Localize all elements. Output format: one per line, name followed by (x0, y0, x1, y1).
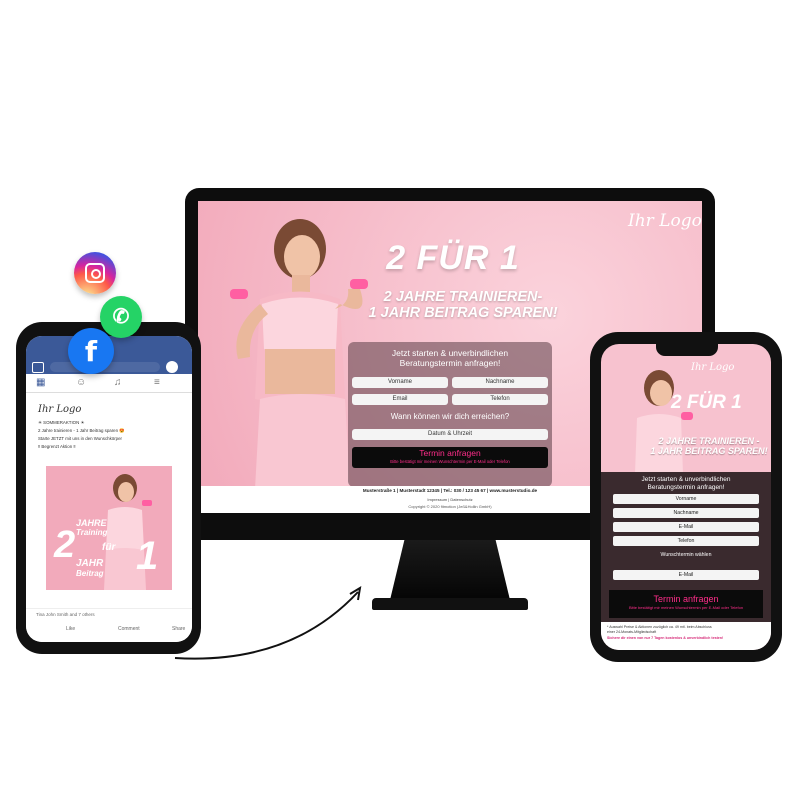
graphic-number-1: 1 (136, 534, 159, 578)
post-line-3: Starte JETZT mit uns in den Wunschkörper (38, 436, 123, 441)
monitor-stand (390, 540, 510, 600)
facebook-feed-screen: ▦ ☺ ♫ ≡ Ihr Logo ☀ SOMMERAKTION ☀ 2 Jahr… (26, 336, 192, 642)
post-line-1: ☀ SOMMERAKTION ☀ (38, 420, 85, 425)
notifications-icon[interactable]: ♫ (114, 377, 122, 388)
subheadline-line-2: 1 JAHR BEITRAG SPAREN! (650, 446, 768, 456)
likes-count: Tina John Smith and 7 others (36, 612, 95, 617)
brand-logo: Ihr Logo (691, 362, 735, 373)
appointment-form: Jetzt starten & unverbindlichen Beratung… (348, 342, 552, 487)
footer-note-1: * Auswahl Preise & Aktionen zuzüglich ca… (607, 625, 712, 629)
cta-label: Termin anfragen (419, 448, 481, 458)
request-appointment-button[interactable]: Termin anfragen Bitte bestätigt mir mein… (609, 590, 763, 618)
subheadline: 2 JAHRE TRAINIEREN - 1 JAHR BEITRAG SPAR… (649, 436, 769, 456)
phone-field[interactable]: Telefon (613, 536, 759, 546)
share-button[interactable]: Share (172, 626, 185, 632)
footer-note-3: Sichere dir einen von nur 7 Tagen kosten… (607, 636, 724, 640)
last-name-field[interactable]: Nachname (613, 508, 759, 518)
graphic-text-beitrag: Beitrag (76, 569, 104, 578)
footer-note-2: einer 24-Monats-Mitgliedschaft (607, 630, 657, 634)
post-actions: Tina John Smith and 7 others Like Commen… (26, 608, 192, 642)
graphic-text-jahre: JAHRE (76, 518, 107, 528)
form-title: Jetzt starten & unverbindlichen Beratung… (601, 476, 771, 492)
graphic-text-fuer: für (102, 542, 116, 553)
post-author-logo: Ihr Logo (38, 404, 82, 415)
post-line-4: ‼ Begrenzt Aktion ‼ (38, 444, 76, 449)
form-title-line-1: Jetzt starten & unverbindlichen (641, 476, 731, 483)
form-title-line-2: Beratungstermin anfragen! (399, 358, 501, 368)
contact-question: Wann können wir dich erreichen? (390, 412, 510, 421)
subheadline-line-1: 2 JAHRE TRAINIEREN- (383, 289, 543, 305)
first-name-field[interactable]: Vorname (613, 494, 759, 504)
cta-note: Bitte bestätigt mir meinen Wunschtermin … (628, 605, 744, 610)
fitness-woman-image (635, 370, 693, 474)
phone-notch (656, 344, 718, 356)
post-image[interactable]: 2 1 JAHRE Training für JAHR Beitrag (36, 456, 182, 600)
first-name-field[interactable]: Vorname (352, 377, 448, 388)
subheadline-line-2: 1 JAHR BEITRAG SPAREN! (368, 305, 558, 321)
menu-icon[interactable]: ≡ (154, 377, 160, 388)
appointment-select[interactable]: Wunschtermin wählen (613, 550, 759, 560)
facebook-nav: ▦ ☺ ♫ ≡ (26, 374, 192, 393)
facebook-icon[interactable]: f (68, 328, 114, 374)
comment-button[interactable]: Comment (118, 626, 140, 632)
post-graphic: 2 1 JAHRE Training für JAHR Beitrag (46, 466, 172, 590)
appointment-form: Jetzt starten & unverbindlichen Beratung… (601, 472, 771, 622)
headline: 2 FÜR 1 (386, 239, 520, 277)
messenger-icon[interactable] (166, 361, 178, 373)
instagram-icon[interactable] (74, 252, 116, 294)
graphic-number-2: 2 (54, 524, 76, 566)
email-field[interactable]: Email (352, 394, 448, 405)
secondary-email-field[interactable]: E-Mail (613, 570, 759, 580)
post-line-2: 2 Jahre trainieren - 1 Jahr Beitrag spar… (38, 428, 125, 433)
mobile-landing-page: Ihr Logo 2 FÜR 1 2 JAHRE TRAINIEREN - 1 … (601, 344, 771, 650)
whatsapp-icon[interactable]: ✆ (100, 296, 142, 338)
email-field[interactable]: E-Mail (613, 522, 759, 532)
request-appointment-button[interactable]: Termin anfragen Bitte bestätigt mir mein… (352, 447, 548, 468)
monitor-base (372, 598, 528, 610)
phone-field[interactable]: Telefon (452, 394, 548, 405)
form-title-line-2: Beratungstermin anfragen! (647, 484, 725, 491)
subheadline: 2 JAHRE TRAINIEREN- 1 JAHR BEITRAG SPARE… (363, 289, 563, 321)
cta-note: Bitte bestätigt mir meinen Wunschtermin … (390, 459, 510, 464)
camera-icon[interactable] (32, 362, 44, 373)
last-name-field[interactable]: Nachname (452, 377, 548, 388)
subheadline-line-1: 2 JAHRE TRAINIEREN - (658, 436, 760, 446)
form-title-line-1: Jetzt starten & unverbindlichen (391, 348, 509, 358)
form-title: Jetzt starten & unverbindlichen Beratung… (348, 348, 552, 368)
page-footer: * Auswahl Preise & Aktionen zuzüglich ca… (601, 622, 771, 650)
graphic-text-jahr: JAHR (76, 558, 104, 569)
date-time-field[interactable]: Datum & Uhrzeit (352, 429, 548, 440)
like-button[interactable]: Like (66, 626, 75, 632)
headline: 2 FÜR 1 (671, 392, 742, 413)
home-icon[interactable]: ▦ (36, 377, 45, 388)
friends-icon[interactable]: ☺ (76, 377, 86, 388)
graphic-text-training: Training (76, 528, 108, 537)
cta-label: Termin anfragen (653, 594, 719, 604)
brand-logo: Ihr Logo (628, 211, 702, 231)
